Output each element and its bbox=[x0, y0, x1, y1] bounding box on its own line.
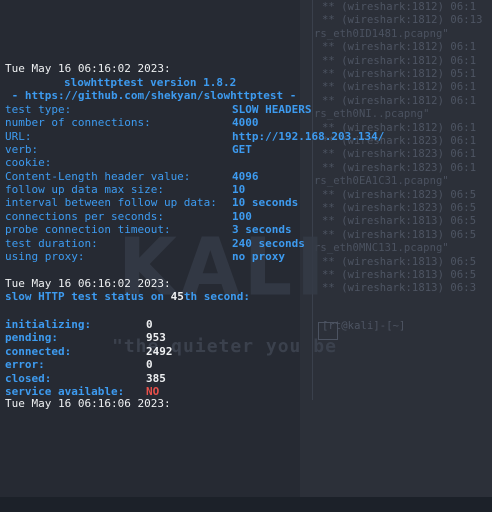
background-log-line: rs_eth0EA1C31.pcapng" bbox=[314, 175, 449, 188]
config-label: test type: bbox=[5, 103, 72, 116]
background-log-line: ** (wireshark:1812) 06:1 bbox=[322, 94, 477, 107]
config-label: URL: bbox=[5, 129, 32, 143]
status-suffix: th second: bbox=[183, 290, 251, 303]
config-value: http://192.168.203.134/ bbox=[232, 129, 385, 143]
background-log-line: ** (wireshark:1812) 06:13 bbox=[322, 14, 483, 27]
background-log-line: ** (wireshark:1823) 06:5 bbox=[322, 202, 477, 214]
background-log-line: ** (wireshark:1812) 06:1 bbox=[322, 1, 477, 13]
background-log-line: ** (wireshark:1813) 06:5 bbox=[322, 215, 477, 228]
background-log-line: ** (wireshark:1813) 06:5 bbox=[322, 255, 477, 268]
config-value: no proxy bbox=[232, 249, 285, 263]
background-log-line: rs_eth0MNC131.pcapng" bbox=[314, 242, 449, 255]
background-log-line: ** (wireshark:1812) 05:1 bbox=[322, 68, 477, 80]
config-value: 100 bbox=[232, 209, 252, 223]
config-value: 4000 bbox=[232, 116, 259, 130]
status-timestamp-line: Tue May 16 06:16:02 2023: bbox=[5, 277, 171, 290]
status-label: connected: bbox=[5, 344, 72, 358]
url-banner-line: - https://github.com/shekyan/slowhttptes… bbox=[5, 89, 297, 102]
background-log-line: ** (wireshark:1823) 06:1 bbox=[322, 161, 477, 174]
status-value: 0 bbox=[146, 318, 153, 331]
config-label: connections per seconds: bbox=[5, 209, 164, 223]
status-value: 2492 bbox=[146, 344, 173, 358]
config-value: 10 seconds bbox=[232, 196, 299, 210]
background-log-line: ** (wireshark:1812) 06:1 bbox=[322, 41, 477, 54]
config-label: verb: bbox=[5, 143, 39, 157]
background-log-line: ** (wireshark:1813) 06:5 bbox=[322, 228, 477, 241]
background-log-line: ** (wireshark:1823) 06:5 bbox=[322, 188, 477, 201]
final-timestamp-line: Tue May 16 06:16:06 2023: bbox=[5, 397, 171, 410]
config-value: 10 bbox=[232, 183, 246, 197]
status-value: 953 bbox=[146, 331, 166, 345]
background-log-line: rs_eth0NI..pcapng" bbox=[314, 108, 430, 121]
timestamp-line: Tue May 16 06:16:02 2023: bbox=[5, 62, 171, 75]
status-value: 385 bbox=[146, 371, 166, 385]
background-log-line: ** (wireshark:1812) 06:1 bbox=[322, 81, 477, 94]
background-log-line: ** (wireshark:1813) 06:3 bbox=[322, 282, 477, 295]
background-cursor bbox=[318, 322, 338, 340]
background-log-line: ** (wireshark:1813) 06:5 bbox=[322, 269, 477, 281]
status-label: error: bbox=[5, 358, 45, 372]
status-value: 0 bbox=[146, 358, 153, 372]
status-heading: slow HTTP test status on 45th second: bbox=[5, 290, 250, 303]
config-value: 4096 bbox=[232, 169, 259, 183]
version-line: slowhttptest version 1.8.2 bbox=[64, 76, 237, 89]
background-log-line: ** (wireshark:1812) 06:1 bbox=[322, 54, 477, 67]
status-label: pending: bbox=[5, 331, 58, 345]
status-label: closed: bbox=[5, 371, 52, 385]
config-label: probe connection timeout: bbox=[5, 223, 171, 237]
status-prefix: slow HTTP test status on bbox=[5, 290, 171, 303]
status-label: initializing: bbox=[5, 318, 92, 331]
background-log-line: ** (wireshark:1823) 06:1 bbox=[322, 148, 477, 161]
terminal-window[interactable]: ** (wireshark:1812) 06:1 ** (wireshark:18… bbox=[0, 0, 492, 497]
config-label: interval between follow up data: bbox=[5, 196, 217, 210]
config-label: test duration: bbox=[5, 236, 98, 250]
taskbar bbox=[0, 497, 492, 512]
config-label: number of connections: bbox=[5, 116, 151, 130]
config-value: 3 seconds bbox=[232, 223, 292, 237]
config-label: Content-Length header value: bbox=[5, 169, 191, 183]
config-value: 240 seconds bbox=[232, 236, 305, 250]
config-label: cookie: bbox=[5, 156, 52, 170]
config-label: using proxy: bbox=[5, 249, 85, 263]
config-label: follow up data max size: bbox=[5, 183, 164, 197]
config-value: GET bbox=[232, 143, 252, 157]
config-value: SLOW HEADERS bbox=[232, 103, 312, 116]
background-log-line: rs_eth0ID1481.pcapng" bbox=[314, 27, 449, 40]
status-second: 45 bbox=[170, 290, 184, 303]
